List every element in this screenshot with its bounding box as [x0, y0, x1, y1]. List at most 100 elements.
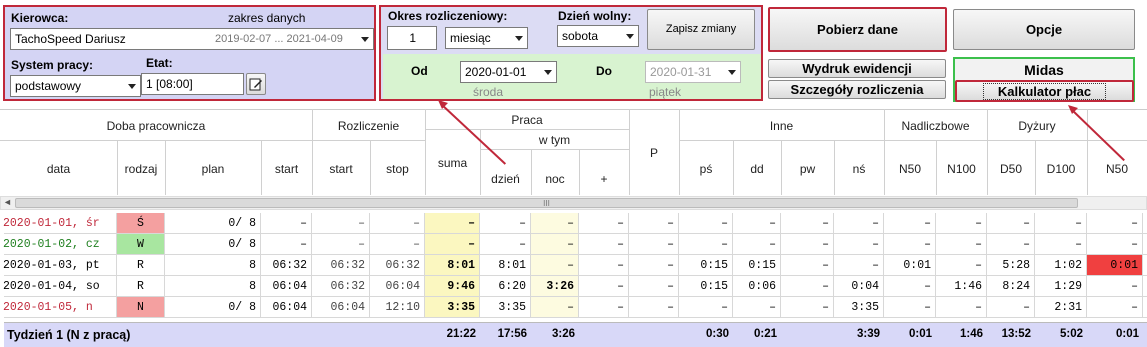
cell-d50: – [987, 234, 1035, 254]
cell-start: – [261, 234, 312, 254]
cell-start: – [261, 213, 312, 233]
col-group-praca: Praca [511, 113, 543, 127]
cell-start: 06:32 [261, 255, 312, 275]
cell-plus: – [579, 213, 629, 233]
cell-kind: N [117, 297, 165, 317]
col-r-start: start [329, 161, 353, 176]
day-off-select[interactable]: sobota [557, 25, 639, 47]
cell-pw: – [781, 297, 834, 317]
summary-sum: 21:22 [446, 328, 476, 340]
col-n50b: N50 [1105, 161, 1128, 176]
col-noc: noc [545, 172, 565, 186]
cell-night: – [531, 255, 579, 275]
cell-re: 06:32 [370, 255, 425, 275]
cell-d50: – [987, 297, 1035, 317]
summary-d50: 13:52 [1001, 328, 1031, 340]
cell-re: 12:10 [370, 297, 425, 317]
period-unit-select[interactable]: miesiąc [445, 27, 528, 49]
cell-sum: 8:01 [425, 255, 480, 275]
cell-ns: – [834, 255, 884, 275]
driver-select[interactable]: TachoSpeed Dariusz 2019-02-07 ... 2021-0… [10, 28, 374, 50]
cell-rs: 06:32 [312, 255, 370, 275]
cell-n50: – [884, 234, 936, 254]
col-d50: D50 [999, 161, 1022, 176]
cell-date: 2020-01-02, cz [0, 234, 117, 254]
cell-d100: 1:29 [1035, 276, 1087, 296]
cell-sum: 9:46 [425, 276, 480, 296]
horizontal-scrollbar[interactable]: ◄ III [0, 196, 1147, 210]
cell-ps: 0:15 [679, 255, 733, 275]
col-d100: D100 [1046, 161, 1076, 176]
settlement-details-button[interactable]: Szczegóły rozliczenia [768, 80, 946, 99]
cell-sum: – [425, 213, 480, 233]
scroll-thumb[interactable]: III [15, 198, 1078, 208]
cell-ps: – [679, 297, 733, 317]
summary-ps: 0:30 [705, 328, 729, 340]
etat-field[interactable]: 1 [08:00] [141, 73, 244, 95]
cell-n50b: 0:01 [1087, 255, 1143, 275]
cell-ns: 0:04 [834, 276, 884, 296]
options-button[interactable]: Opcje [953, 9, 1135, 50]
col-group-w-tym: w tym [538, 133, 571, 147]
cell-night: – [531, 234, 579, 254]
cell-rs: 06:04 [312, 297, 370, 317]
work-system-label: System pracy: [11, 58, 94, 72]
cell-p: – [629, 255, 679, 275]
summary-day: 17:56 [497, 328, 527, 340]
summary-n100: 1:46 [959, 328, 983, 340]
driver-label: Kierowca: [11, 11, 69, 25]
cell-pw: – [781, 234, 834, 254]
table-row[interactable]: 2020-01-05, n N 0/ 8 06:04 06:04 12:10 3:35 3:3… [3, 297, 1147, 318]
to-date-picker[interactable]: 2020-01-31 [645, 61, 741, 83]
col-n50: N50 [898, 161, 921, 176]
cell-day: 3:35 [480, 297, 531, 317]
period-count-spinner[interactable]: 1 [387, 26, 437, 50]
cell-sum: – [425, 234, 480, 254]
period-unit: miesiąc [450, 31, 491, 45]
cell-plus: – [579, 297, 629, 317]
cell-n100: – [936, 255, 987, 275]
cell-d100: 2:31 [1035, 297, 1087, 317]
cell-night: – [531, 213, 579, 233]
table-row[interactable]: 2020-01-02, cz W 0/ 8– – – – – – – – – – – – – – – – – [3, 234, 1147, 255]
fetch-data-button[interactable]: Pobierz dane [768, 7, 947, 52]
print-register-button[interactable]: Wydruk ewidencji [768, 59, 946, 78]
from-date-picker[interactable]: 2020-01-01 [460, 61, 557, 83]
cell-n100: – [936, 234, 987, 254]
col-dzien: dzień [491, 172, 520, 186]
cell-kind: Ś [117, 213, 165, 233]
from-label: Od [411, 64, 428, 78]
work-system-value: podstawowy [15, 79, 82, 93]
cell-d50: – [987, 213, 1035, 233]
date-range: 2019-02-07 ... 2021-04-09 [215, 33, 343, 45]
cell-ns: – [834, 213, 884, 233]
table-row[interactable]: 2020-01-03, pt R 8 06:32 06:32 06:32 8:01 8:01–… [3, 255, 1147, 276]
cell-date: 2020-01-04, so [0, 276, 117, 296]
col-plan: plan [201, 161, 225, 176]
scroll-left-icon[interactable]: ◄ [3, 197, 12, 207]
cell-ps: – [679, 213, 733, 233]
cell-p: – [629, 297, 679, 317]
cell-re: – [370, 213, 425, 233]
to-label: Do [596, 64, 612, 78]
col-group-nadliczbowe: Nadliczbowe [901, 118, 970, 133]
cell-date: 2020-01-05, n [0, 297, 117, 317]
cell-n50: – [884, 297, 936, 317]
table-row[interactable]: 2020-01-01, śr Ś 0/ 8– – – – – – – – – – – – – – – – – [3, 213, 1147, 234]
cell-date: 2020-01-03, pt [0, 255, 117, 275]
save-changes-button[interactable]: Zapisz zmiany [647, 9, 755, 50]
cell-pw: – [781, 213, 834, 233]
work-system-select[interactable]: podstawowy [10, 75, 141, 97]
cell-start: 06:04 [261, 297, 312, 317]
summary-night: 3:26 [551, 328, 575, 340]
table-row[interactable]: 2020-01-04, so R 8 06:04 06:32 06:04 9:46 6:20 3… [3, 276, 1147, 297]
cell-ps: 0:15 [679, 276, 733, 296]
cell-sum: 3:35 [425, 297, 480, 317]
cell-dd: 0:06 [733, 276, 781, 296]
cell-ns: 3:35 [834, 297, 884, 317]
cell-plus: – [579, 234, 629, 254]
etat-value: 1 [08:00] [146, 77, 193, 91]
edit-etat-button[interactable] [246, 73, 266, 95]
cell-day: – [480, 213, 531, 233]
salary-calculator-button[interactable]: Kalkulator płac [955, 80, 1134, 102]
